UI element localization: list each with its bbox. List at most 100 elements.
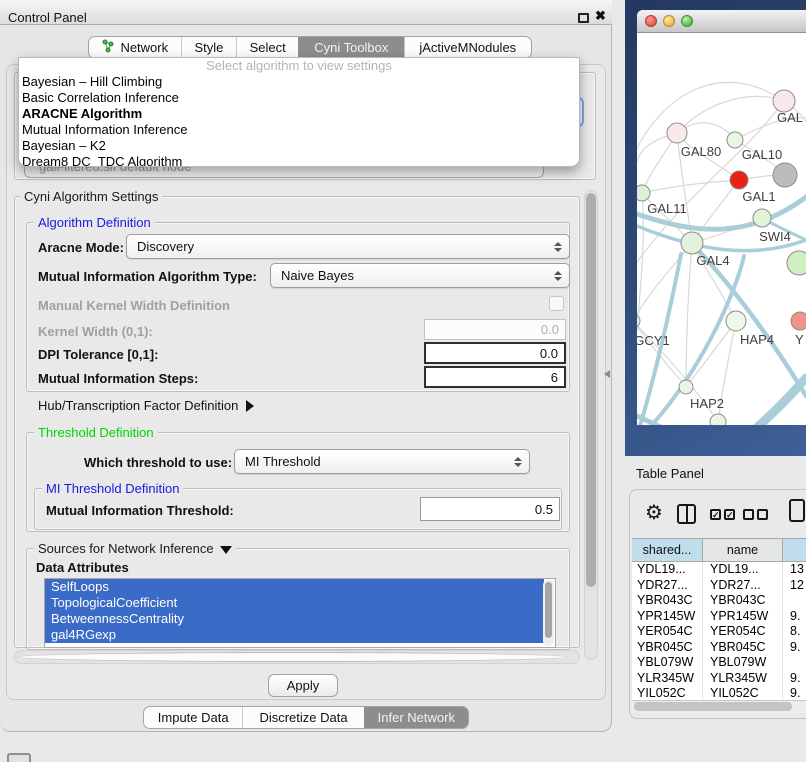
network-window-titlebar[interactable] xyxy=(637,10,806,33)
network-node[interactable] xyxy=(667,123,687,143)
data-attribute-item-selected[interactable]: gal4RGexp xyxy=(45,627,544,643)
table-cell[interactable]: YBR045C xyxy=(703,640,783,656)
algorithm-option[interactable]: Bayesian – Hill Climbing xyxy=(19,74,579,90)
table-cell[interactable]: YDR27... xyxy=(632,578,703,594)
table-row[interactable]: YPR145WYPR145W9. xyxy=(632,609,806,625)
close-icon[interactable]: ✖ xyxy=(595,8,606,24)
table-column-header[interactable] xyxy=(783,539,806,561)
table-row[interactable]: YIL052CYIL052C9. xyxy=(632,686,806,700)
table-cell[interactable]: YDR27... xyxy=(703,578,783,594)
settings-hscrollbar-thumb[interactable] xyxy=(17,652,567,662)
network-edge[interactable] xyxy=(637,243,692,321)
tab-discretize-data[interactable]: Discretize Data xyxy=(242,707,363,728)
network-node[interactable] xyxy=(730,171,748,189)
network-edge[interactable] xyxy=(677,96,784,133)
network-node[interactable] xyxy=(773,90,795,112)
data-attribute-item-selected[interactable]: SelfLoops xyxy=(45,579,544,595)
table-row[interactable]: YBR045CYBR045C9. xyxy=(632,640,806,656)
network-node[interactable] xyxy=(710,414,726,425)
sources-title-row[interactable]: Sources for Network Inference xyxy=(34,541,236,556)
network-node[interactable] xyxy=(637,314,640,328)
network-edge[interactable] xyxy=(642,180,739,193)
table-cell[interactable]: 9. xyxy=(783,609,806,625)
network-node[interactable] xyxy=(726,311,746,331)
table-row[interactable]: YBR043CYBR043C xyxy=(632,593,806,609)
network-node[interactable] xyxy=(637,185,650,201)
table-cell[interactable]: YBL079W xyxy=(703,655,783,671)
algorithm-option[interactable]: Bayesian – K2 xyxy=(19,138,579,154)
network-edge[interactable] xyxy=(686,243,692,387)
network-node[interactable] xyxy=(679,380,693,394)
minimized-panel-icon[interactable] xyxy=(7,753,31,762)
data-attribute-item-selected[interactable]: TopologicalCoefficient xyxy=(45,595,544,611)
table-cell[interactable]: 9. xyxy=(783,671,806,687)
network-edge[interactable] xyxy=(686,321,736,387)
table-cell[interactable]: 8. xyxy=(783,624,806,640)
network-edge[interactable] xyxy=(637,82,784,148)
table-cell[interactable]: 13 xyxy=(783,562,806,578)
network-edge[interactable] xyxy=(700,252,806,396)
network-edge[interactable] xyxy=(718,378,806,425)
settings-vscrollbar-thumb[interactable] xyxy=(586,193,596,587)
table-cell[interactable]: YBR043C xyxy=(632,593,703,609)
mi-threshold-input[interactable]: 0.5 xyxy=(420,497,560,521)
zoom-traffic-light[interactable] xyxy=(681,15,693,27)
table-cell[interactable] xyxy=(783,593,806,609)
table-cell[interactable]: YBR045C xyxy=(632,640,703,656)
table-hscrollbar-thumb[interactable] xyxy=(634,702,792,711)
network-node[interactable] xyxy=(791,312,806,330)
select-all-checkboxes-icon[interactable]: ✓ ✓ xyxy=(710,509,735,520)
table-cell[interactable]: YBR043C xyxy=(703,593,783,609)
table-row[interactable]: YER054CYER054C8. xyxy=(632,624,806,640)
algorithm-option[interactable]: Basic Correlation Inference xyxy=(19,90,579,106)
deselect-all-checkboxes-icon[interactable] xyxy=(743,509,768,520)
table-cell[interactable]: YBL079W xyxy=(632,655,703,671)
network-edge[interactable] xyxy=(692,180,739,243)
minimize-traffic-light[interactable] xyxy=(663,15,675,27)
tab-cyni-toolbox[interactable]: Cyni Toolbox xyxy=(298,37,404,58)
document-icon[interactable] xyxy=(789,499,805,522)
splitter-collapse-icon[interactable] xyxy=(604,370,610,378)
table-cell[interactable] xyxy=(783,655,806,671)
column-panes-icon[interactable] xyxy=(677,504,696,524)
table-column-header[interactable]: shared... xyxy=(632,539,703,561)
table-row[interactable]: YBL079WYBL079W xyxy=(632,655,806,671)
table-cell[interactable]: YPR145W xyxy=(703,609,783,625)
table-cell[interactable]: 12 xyxy=(783,578,806,594)
mi-type-combobox[interactable]: Naive Bayes xyxy=(270,263,570,288)
network-node[interactable] xyxy=(727,132,743,148)
attributes-scrollbar-thumb[interactable] xyxy=(545,582,552,638)
network-node[interactable] xyxy=(787,251,806,275)
table-cell[interactable]: YLR345W xyxy=(632,671,703,687)
which-threshold-combobox[interactable]: MI Threshold xyxy=(234,449,530,474)
algorithm-option[interactable]: ARACNE Algorithm xyxy=(19,106,579,122)
close-traffic-light[interactable] xyxy=(645,15,657,27)
tab-style[interactable]: Style xyxy=(181,37,237,58)
mi-steps-input[interactable]: 6 xyxy=(424,366,566,388)
algorithm-option[interactable]: Dream8 DC_TDC Algorithm xyxy=(19,154,579,167)
network-node[interactable] xyxy=(681,232,703,254)
table-column-header[interactable]: name xyxy=(703,539,783,561)
table-cell[interactable]: YDL19... xyxy=(703,562,783,578)
table-cell[interactable]: 9. xyxy=(783,640,806,656)
table-cell[interactable]: YIL052C xyxy=(703,686,783,700)
table-cell[interactable]: YPR145W xyxy=(632,609,703,625)
table-row[interactable]: YLR345WYLR345W9. xyxy=(632,671,806,687)
tab-network[interactable]: Network xyxy=(89,37,181,58)
network-node[interactable] xyxy=(773,163,797,187)
dpi-tolerance-input[interactable]: 0.0 xyxy=(424,342,566,364)
manual-kernel-checkbox[interactable] xyxy=(549,296,564,311)
tab-infer-network[interactable]: Infer Network xyxy=(364,707,468,728)
network-canvas[interactable]: GALGAL80GAL10GAL1GAL11SWI4GAL4GCY1HAP4YH… xyxy=(637,33,806,425)
kernel-width-input[interactable]: 0.0 xyxy=(424,319,566,340)
table-row[interactable]: YDL19...YDL19...13 xyxy=(632,562,806,578)
table-cell[interactable]: YER054C xyxy=(703,624,783,640)
gear-icon[interactable]: ⚙ xyxy=(645,500,663,524)
apply-button[interactable]: Apply xyxy=(268,674,338,697)
table-row[interactable]: YDR27...YDR27...12 xyxy=(632,578,806,594)
network-edge[interactable] xyxy=(637,416,722,425)
tab-select[interactable]: Select xyxy=(236,37,298,58)
table-cell[interactable]: YDL19... xyxy=(632,562,703,578)
float-window-icon[interactable] xyxy=(578,13,589,23)
tab-impute-data[interactable]: Impute Data xyxy=(144,707,242,728)
